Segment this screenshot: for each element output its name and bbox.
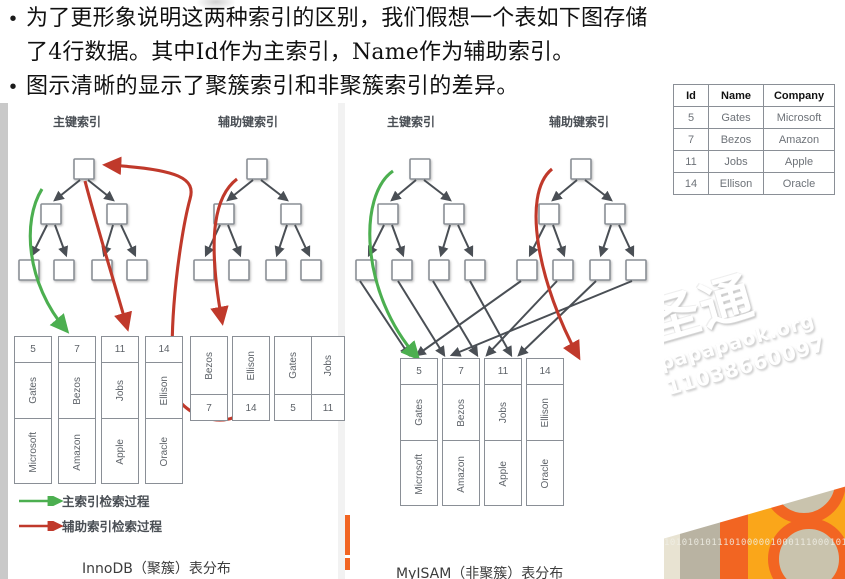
orange-accent-bar-lower [345, 558, 350, 570]
decorative-art-panel: 101010101110100000100011100010101001 [664, 432, 845, 579]
innodb-secondary-record-card: Bezos 7 [190, 336, 228, 421]
bullet-item-2: • 图示清晰的显示了聚簇索引和非聚簇索引的差异。 [0, 70, 672, 104]
table-header-company: Company [763, 84, 835, 107]
cell-company: Microsoft [763, 106, 835, 129]
innodb-secondary-lookup-arrow-4 [83, 180, 132, 332]
record-id: 11 [114, 344, 126, 355]
cell-id: 11 [673, 150, 709, 173]
record-id: 5 [290, 403, 296, 414]
record-id: 7 [458, 366, 464, 377]
record-company: Apple [497, 461, 509, 487]
innodb-secondary-record-card: Jobs 11 [311, 336, 345, 421]
cell-name: Bezos [708, 128, 764, 151]
table-row: 11 Jobs Apple [673, 150, 835, 173]
record-name: Gates [27, 377, 39, 404]
record-company: Oracle [539, 459, 551, 489]
record-id: 14 [539, 366, 551, 377]
record-id: 14 [245, 403, 257, 414]
orange-accent-bar-upper [345, 515, 350, 555]
table-header-name: Name [708, 84, 764, 107]
record-name: Gates [287, 352, 299, 379]
myisam-data-record-card: 7 Bezos Amazon [442, 358, 480, 506]
innodb-primary-record-card: 5 Gates Microsoft [14, 336, 52, 484]
legend-red-arrow-icon [19, 520, 64, 531]
myisam-pointer-edges [359, 280, 633, 358]
bullet-text-1: 为了更形象说明这两种索引的区别，我们假想一个表如下图存储 了4行数据。其中Id作… [26, 6, 648, 65]
record-company: Amazon [71, 433, 83, 471]
record-id: 5 [30, 344, 36, 355]
record-name: Jobs [497, 401, 509, 424]
innodb-primary-record-card: 11 Jobs Apple [101, 336, 139, 484]
legend-label-primary: 主索引检索过程 [62, 494, 150, 509]
record-name: Bezos [455, 398, 467, 427]
innodb-secondary-record-card: Ellison 14 [232, 336, 270, 421]
right-column: Id Name Company 5 Gates Microsoft 7 Bezo… [664, 0, 845, 579]
watermark-url: papapaok.org [664, 309, 818, 375]
table-header-id: Id [673, 84, 709, 107]
record-id: 7 [206, 403, 212, 414]
cell-name: Jobs [708, 150, 764, 173]
bullet-marker-1: • [9, 8, 17, 30]
index-diagram: 主键索引 辅助键索引 主键索引 辅助键索引 5 Gates Microsoft … [0, 103, 664, 579]
cell-company: Oracle [763, 172, 835, 195]
record-name: Ellison [539, 397, 551, 428]
record-name: Gates [413, 399, 425, 426]
legend-row-secondary: 辅助索引检索过程 [18, 513, 162, 538]
table-row: 7 Bezos Amazon [673, 128, 835, 151]
innodb-secondary-lookup-arrow-1 [210, 177, 238, 326]
sample-data-table: Id Name Company 5 Gates Microsoft 7 Bezo… [673, 84, 835, 195]
tree-nodes [18, 158, 647, 281]
watermark-chinese: 圣通 [664, 266, 762, 354]
slide-root: • 为了更形象说明这两种索引的区别，我们假想一个表如下图存储 了4行数据。其中I… [0, 0, 845, 579]
bullet-marker-2: • [9, 76, 17, 98]
record-name: Bezos [71, 376, 83, 405]
table-header-row: Id Name Company [673, 84, 835, 107]
cell-name: Gates [708, 106, 764, 129]
legend-label-secondary: 辅助索引检索过程 [62, 519, 163, 534]
innodb-primary-record-card: 7 Bezos Amazon [58, 336, 96, 484]
myisam-caption: MyISAM（非聚簇）表分布 [396, 566, 564, 579]
legend-row-primary: 主索引检索过程 [18, 488, 162, 513]
cell-company: Amazon [763, 128, 835, 151]
innodb-primary-record-card: 14 Ellison Oracle [145, 336, 183, 484]
bullet-text-2: 图示清晰的显示了聚簇索引和非聚簇索引的差异。 [26, 74, 519, 99]
record-company: Microsoft [27, 431, 39, 473]
sample-data-table-wrapper: Id Name Company 5 Gates Microsoft 7 Bezo… [673, 84, 835, 195]
record-id: 5 [416, 366, 422, 377]
cell-id: 14 [673, 172, 709, 195]
cell-name: Ellison [708, 172, 764, 195]
record-company: Microsoft [413, 453, 425, 495]
innodb-secondary-record-card: Gates 5 [274, 336, 312, 421]
myisam-data-record-card: 11 Jobs Apple [484, 358, 522, 506]
watermark-id: 11038660097 [664, 331, 830, 403]
record-name: Bezos [203, 351, 215, 380]
cell-id: 7 [673, 128, 709, 151]
record-name: Jobs [114, 379, 126, 402]
cell-company: Apple [763, 150, 835, 173]
myisam-data-record-card: 14 Ellison Oracle [526, 358, 564, 506]
bullet-item-1: • 为了更形象说明这两种索引的区别，我们假想一个表如下图存储 了4行数据。其中I… [0, 2, 672, 70]
record-id: 14 [158, 344, 170, 355]
record-company: Apple [114, 439, 126, 465]
record-name: Ellison [158, 375, 170, 406]
table-row: 14 Ellison Oracle [673, 172, 835, 195]
cell-id: 5 [673, 106, 709, 129]
record-company: Amazon [455, 455, 467, 493]
table-row: 5 Gates Microsoft [673, 106, 835, 129]
bullet-list: • 为了更形象说明这两种索引的区别，我们假想一个表如下图存储 了4行数据。其中I… [0, 2, 672, 104]
record-id: 11 [322, 403, 334, 414]
art-binary-text: 101010101110100000100011100010101001 [664, 538, 845, 548]
watermark: 圣通 papapaok.org 11038660097 [664, 237, 845, 403]
record-name: Ellison [245, 350, 257, 381]
record-name: Jobs [322, 354, 334, 377]
record-company: Oracle [158, 437, 170, 467]
diagram-legend: 主索引检索过程 辅助索引检索过程 [18, 488, 162, 538]
record-id: 7 [74, 344, 80, 355]
myisam-data-record-card: 5 Gates Microsoft [400, 358, 438, 506]
record-id: 11 [497, 366, 509, 377]
legend-green-arrow-icon [19, 495, 64, 506]
innodb-caption: InnoDB（聚簇）表分布 [82, 561, 231, 577]
